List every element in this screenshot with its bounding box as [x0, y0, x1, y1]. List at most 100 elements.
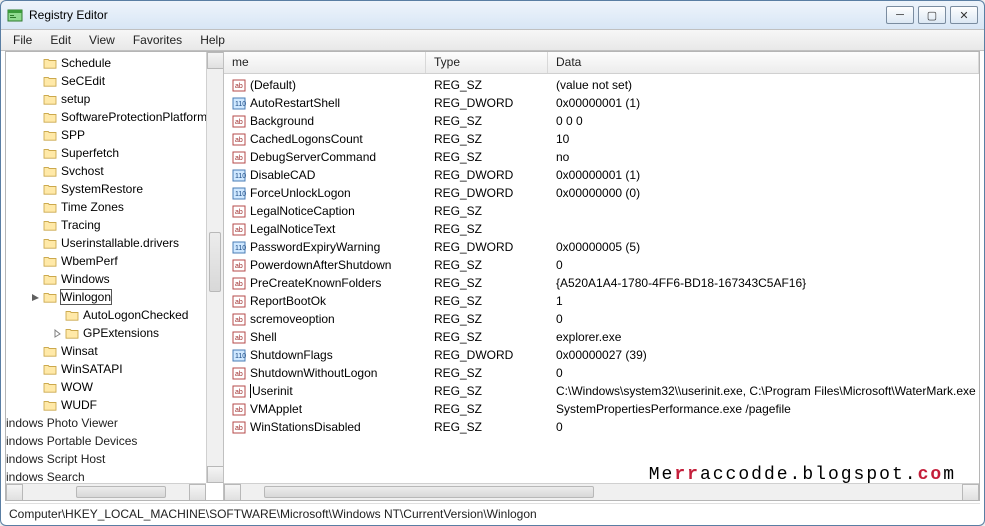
value-name: 110ForceUnlockLogon [224, 186, 426, 200]
svg-text:ab: ab [235, 335, 243, 342]
value-row[interactable]: abVMAppletREG_SZSystemPropertiesPerforma… [224, 400, 979, 418]
scroll-right-button[interactable] [962, 484, 979, 500]
scroll-right-button[interactable] [189, 484, 206, 500]
tree-item[interactable]: AutoLogonChecked [6, 306, 223, 324]
svg-text:110: 110 [235, 191, 246, 198]
tree-scrollbar-vertical[interactable] [206, 52, 223, 483]
tree-item[interactable]: Winsat [6, 342, 223, 360]
value-data: (value not set) [548, 78, 979, 92]
value-data: 1 [548, 294, 979, 308]
tree-item[interactable]: Svchost [6, 162, 223, 180]
tree-item-label: indows Portable Devices [6, 434, 137, 448]
list-scrollbar-horizontal[interactable] [224, 483, 979, 500]
scroll-thumb-vertical[interactable] [209, 232, 221, 292]
value-row[interactable]: abDebugServerCommandREG_SZno [224, 148, 979, 166]
svg-text:ab: ab [235, 263, 243, 270]
value-type: REG_SZ [426, 294, 548, 308]
tree-scrollbar-horizontal[interactable] [6, 483, 206, 500]
value-data: explorer.exe [548, 330, 979, 344]
tree-item[interactable]: WOW [6, 378, 223, 396]
value-row[interactable]: 110ForceUnlockLogonREG_DWORD0x00000000 (… [224, 184, 979, 202]
value-row[interactable]: 110AutoRestartShellREG_DWORD0x00000001 (… [224, 94, 979, 112]
column-header-data[interactable]: Data [548, 52, 979, 73]
value-name: abWinStationsDisabled [224, 420, 426, 434]
tree-item[interactable]: SoftwareProtectionPlatform [6, 108, 223, 126]
tree-item[interactable]: GPExtensions [6, 324, 223, 342]
svg-text:110: 110 [235, 101, 246, 108]
value-row[interactable]: 110ShutdownFlagsREG_DWORD0x00000027 (39) [224, 346, 979, 364]
value-data: 0 [548, 312, 979, 326]
tree-item[interactable]: Schedule [6, 54, 223, 72]
tree-item[interactable]: SeCEdit [6, 72, 223, 90]
tree-item[interactable]: SystemRestore [6, 180, 223, 198]
value-row[interactable]: abShellREG_SZexplorer.exe [224, 328, 979, 346]
value-row[interactable]: abReportBootOkREG_SZ1 [224, 292, 979, 310]
menu-view[interactable]: View [81, 31, 123, 49]
value-type: REG_SZ [426, 384, 548, 398]
minimize-button[interactable]: ─ [886, 6, 914, 24]
tree-item[interactable]: indows Script Host [6, 450, 223, 468]
titlebar[interactable]: Registry Editor ─ ▢ ✕ [1, 1, 984, 29]
menu-file[interactable]: File [5, 31, 40, 49]
close-button[interactable]: ✕ [950, 6, 978, 24]
value-row[interactable]: abCachedLogonsCountREG_SZ10 [224, 130, 979, 148]
value-type: REG_SZ [426, 150, 548, 164]
value-name: abReportBootOk [224, 294, 426, 308]
tree-item[interactable]: WinSATAPI [6, 360, 223, 378]
value-row[interactable]: abPreCreateKnownFoldersREG_SZ{A520A1A4-1… [224, 274, 979, 292]
tree-item[interactable]: setup [6, 90, 223, 108]
tree-item[interactable]: indows Photo Viewer [6, 414, 223, 432]
value-type: REG_DWORD [426, 96, 548, 110]
value-type: REG_DWORD [426, 168, 548, 182]
tree-item-label: WbemPerf [61, 254, 118, 268]
scroll-thumb-horizontal[interactable] [76, 486, 166, 498]
scroll-left-button[interactable] [224, 484, 241, 500]
value-row[interactable]: abShutdownWithoutLogonREG_SZ0 [224, 364, 979, 382]
value-row[interactable]: abLegalNoticeTextREG_SZ [224, 220, 979, 238]
tree-item[interactable]: SPP [6, 126, 223, 144]
tree-item-label: Userinstallable.drivers [61, 236, 179, 250]
scroll-down-button[interactable] [207, 466, 224, 483]
value-row[interactable]: abLegalNoticeCaptionREG_SZ [224, 202, 979, 220]
tree-item[interactable]: Tracing [6, 216, 223, 234]
value-row[interactable]: abPowerdownAfterShutdownREG_SZ0 [224, 256, 979, 274]
column-header-type[interactable]: Type [426, 52, 548, 73]
tree-item-label: AutoLogonChecked [83, 308, 188, 322]
tree-item[interactable]: indows Portable Devices [6, 432, 223, 450]
value-name: abscremoveoption [224, 312, 426, 326]
scroll-up-button[interactable] [207, 52, 224, 69]
value-name: abShutdownWithoutLogon [224, 366, 426, 380]
value-name: 110AutoRestartShell [224, 96, 426, 110]
value-row[interactable]: ab(Default)REG_SZ(value not set) [224, 76, 979, 94]
value-row[interactable]: abWinStationsDisabledREG_SZ0 [224, 418, 979, 436]
tree-item[interactable]: WUDF [6, 396, 223, 414]
value-name: 110ShutdownFlags [224, 348, 426, 362]
tree-item[interactable]: Superfetch [6, 144, 223, 162]
column-header-name[interactable]: me [224, 52, 426, 73]
value-row[interactable]: 110DisableCADREG_DWORD0x00000001 (1) [224, 166, 979, 184]
menu-favorites[interactable]: Favorites [125, 31, 190, 49]
value-row[interactable]: abBackgroundREG_SZ0 0 0 [224, 112, 979, 130]
svg-text:110: 110 [235, 173, 246, 180]
tree-item[interactable]: WbemPerf [6, 252, 223, 270]
tree-item[interactable]: Winlogon [6, 288, 223, 306]
value-name: abVMApplet [224, 402, 426, 416]
value-type: REG_SZ [426, 420, 548, 434]
tree-item[interactable]: Time Zones [6, 198, 223, 216]
menu-edit[interactable]: Edit [42, 31, 79, 49]
value-row[interactable]: 110PasswordExpiryWarningREG_DWORD0x00000… [224, 238, 979, 256]
value-data: 0x00000001 (1) [548, 96, 979, 110]
registry-tree[interactable]: ScheduleSeCEditsetupSoftwareProtectionPl… [6, 52, 224, 500]
scroll-thumb-horizontal[interactable] [264, 486, 594, 498]
value-row[interactable]: abscremoveoptionREG_SZ0 [224, 310, 979, 328]
value-type: REG_DWORD [426, 348, 548, 362]
value-data: 0 [548, 366, 979, 380]
tree-item[interactable]: Windows [6, 270, 223, 288]
tree-item-label: Tracing [61, 218, 101, 232]
value-row[interactable]: abUserinitREG_SZC:\Windows\system32\\use… [224, 382, 979, 400]
tree-item[interactable]: Userinstallable.drivers [6, 234, 223, 252]
maximize-button[interactable]: ▢ [918, 6, 946, 24]
scroll-left-button[interactable] [6, 484, 23, 500]
value-list[interactable]: me Type Data ab(Default)REG_SZ(value not… [224, 52, 979, 500]
menu-help[interactable]: Help [192, 31, 233, 49]
